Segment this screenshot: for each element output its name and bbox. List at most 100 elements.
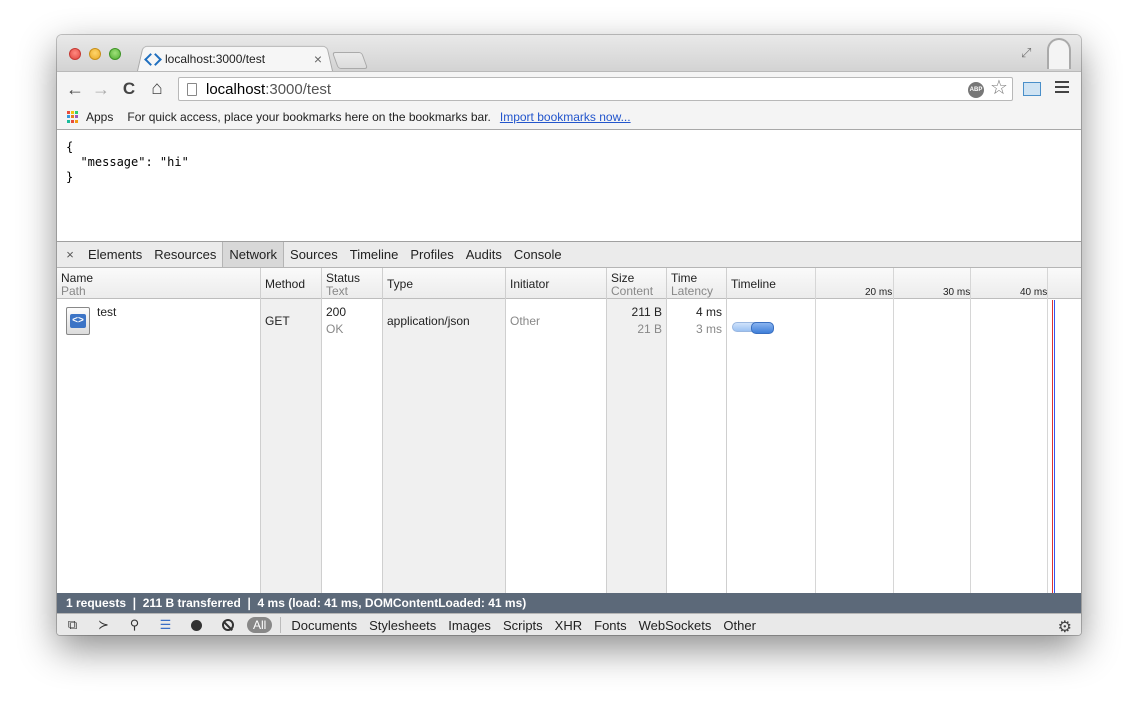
- request-content-size: 21 B: [637, 322, 662, 336]
- column-initiator: Initiator Other: [506, 268, 607, 593]
- request-status-text: OK: [326, 322, 344, 336]
- dock-icon[interactable]: ⧉: [57, 614, 88, 636]
- bookmark-star-icon[interactable]: ☆: [989, 78, 1009, 98]
- header-initiator[interactable]: Initiator: [506, 268, 606, 299]
- network-summary: 1 requests ❘ 211 B transferred ❘ 4 ms (l…: [57, 593, 1081, 613]
- column-method: Method GET: [261, 268, 322, 593]
- forward-icon[interactable]: →: [91, 79, 111, 99]
- home-icon[interactable]: ⌂: [147, 79, 167, 99]
- header-status[interactable]: Status Text: [322, 268, 382, 299]
- apps-link[interactable]: Apps: [86, 110, 113, 124]
- list-view-icon[interactable]: ☰: [150, 614, 181, 636]
- browser-window: localhost:3000/test × ⤢ ← → C ⌂ localhos…: [57, 35, 1081, 635]
- tab-audits[interactable]: Audits: [460, 242, 508, 267]
- header-path-label: Path: [61, 284, 86, 298]
- filter-images[interactable]: Images: [442, 618, 497, 633]
- tick-label-40ms: 40 ms: [1020, 287, 1048, 298]
- tick-label-20ms: 20 ms: [865, 287, 893, 298]
- filter-stylesheets[interactable]: Stylesheets: [363, 618, 442, 633]
- timeline-gridline: [893, 268, 894, 593]
- filter-fonts[interactable]: Fonts: [588, 618, 633, 633]
- tab-profiles[interactable]: Profiles: [404, 242, 459, 267]
- browser-toolbar: ← → C ⌂ localhost:3000/test ABP ☆: [57, 71, 1081, 105]
- filter-scripts[interactable]: Scripts: [497, 618, 549, 633]
- json-file-icon: [66, 307, 90, 335]
- fullscreen-icon[interactable]: ⤢: [1021, 45, 1035, 60]
- search-icon[interactable]: ⚲: [119, 614, 150, 636]
- header-initiator-label: Initiator: [510, 277, 550, 291]
- tab-console[interactable]: Console: [508, 242, 568, 267]
- extension-window-icon[interactable]: [1023, 82, 1041, 96]
- tab-network[interactable]: Network: [222, 242, 285, 267]
- header-type-label: Type: [387, 277, 414, 291]
- adblock-icon[interactable]: ABP: [968, 82, 984, 98]
- filter-separator: [280, 617, 282, 633]
- tab-active[interactable]: localhost:3000/test ×: [145, 49, 331, 69]
- header-method[interactable]: Method: [261, 268, 321, 299]
- tab-strip: localhost:3000/test × ⤢: [57, 35, 1081, 71]
- address-bar[interactable]: localhost:3000/test: [178, 77, 1013, 101]
- tab-resources[interactable]: Resources: [148, 242, 222, 267]
- tab-sources[interactable]: Sources: [284, 242, 344, 267]
- console-drawer-icon[interactable]: ≻: [88, 614, 119, 636]
- filter-websockets[interactable]: WebSockets: [633, 618, 718, 633]
- request-size: 211 B: [631, 305, 662, 319]
- code-favicon-icon: [145, 52, 161, 66]
- page-content: { "message": "hi" }: [57, 130, 1081, 241]
- header-size-label: Size: [611, 271, 635, 285]
- bookmarks-bar: Apps For quick access, place your bookma…: [57, 105, 1081, 130]
- apps-grid-icon[interactable]: [67, 111, 79, 123]
- timeline-gridline: [815, 268, 816, 593]
- hamburger-menu-icon[interactable]: [1055, 81, 1069, 95]
- back-icon[interactable]: ←: [65, 79, 85, 99]
- request-status: 200: [326, 305, 347, 319]
- bookmarks-hint: For quick access, place your bookmarks h…: [127, 110, 491, 124]
- header-time-label: Time: [671, 271, 698, 285]
- column-timeline: Timeline 20 ms 30 ms 40 ms: [727, 268, 1081, 593]
- profile-avatar-icon[interactable]: [1047, 38, 1071, 69]
- window-zoom-button[interactable]: [109, 48, 121, 60]
- devtools-status-bar: ⧉ ≻ ⚲ ☰ All Documents Stylesheets Images…: [57, 613, 1081, 635]
- tab-close-icon[interactable]: ×: [311, 51, 325, 67]
- filter-all[interactable]: All: [247, 617, 273, 633]
- column-time: Time Latency 4 ms 3 ms: [667, 268, 727, 593]
- import-bookmarks-link[interactable]: Import bookmarks now...: [500, 110, 631, 124]
- devtools-tab-bar: × Elements Resources Network Sources Tim…: [57, 242, 1081, 268]
- tab-elements[interactable]: Elements: [82, 242, 148, 267]
- request-name[interactable]: test: [97, 305, 116, 319]
- filter-documents[interactable]: Documents: [285, 618, 363, 633]
- column-size: Size Content 211 B 21 B: [607, 268, 667, 593]
- devtools-close-icon[interactable]: ×: [58, 242, 82, 267]
- header-size[interactable]: Size Content: [607, 268, 666, 299]
- new-tab-button[interactable]: [331, 52, 369, 69]
- header-type[interactable]: Type: [383, 268, 505, 299]
- header-timeline[interactable]: Timeline 20 ms 30 ms 40 ms: [727, 268, 1081, 299]
- waterfall-bar[interactable]: [732, 322, 774, 334]
- tab-timeline[interactable]: Timeline: [344, 242, 405, 267]
- url-text[interactable]: localhost:3000/test: [206, 81, 331, 98]
- timeline-gridline: [970, 268, 971, 593]
- tab-title: localhost:3000/test: [165, 52, 266, 66]
- header-method-label: Method: [265, 277, 306, 291]
- reload-icon[interactable]: C: [119, 79, 139, 99]
- tick-label-30ms: 30 ms: [943, 287, 971, 298]
- record-icon[interactable]: [181, 614, 212, 636]
- header-text-label: Text: [326, 284, 349, 298]
- request-initiator: Other: [510, 314, 541, 328]
- url-host: localhost: [206, 80, 266, 98]
- clear-icon[interactable]: [212, 614, 243, 636]
- header-time[interactable]: Time Latency: [667, 268, 726, 299]
- column-status: Status Text 200 OK: [322, 268, 383, 593]
- header-name[interactable]: Name Path: [57, 268, 260, 299]
- request-type: application/json: [387, 314, 470, 328]
- filter-xhr[interactable]: XHR: [549, 618, 588, 633]
- column-type: Type application/json: [383, 268, 506, 593]
- column-name: Name Path test: [57, 268, 261, 593]
- window-minimize-button[interactable]: [89, 48, 101, 60]
- gear-icon[interactable]: ⚙: [1058, 617, 1072, 635]
- window-close-button[interactable]: [69, 48, 81, 60]
- filter-other[interactable]: Other: [717, 618, 762, 633]
- header-timeline-label: Timeline: [731, 277, 776, 291]
- header-name-label: Name: [61, 271, 94, 285]
- page-icon: [187, 82, 197, 96]
